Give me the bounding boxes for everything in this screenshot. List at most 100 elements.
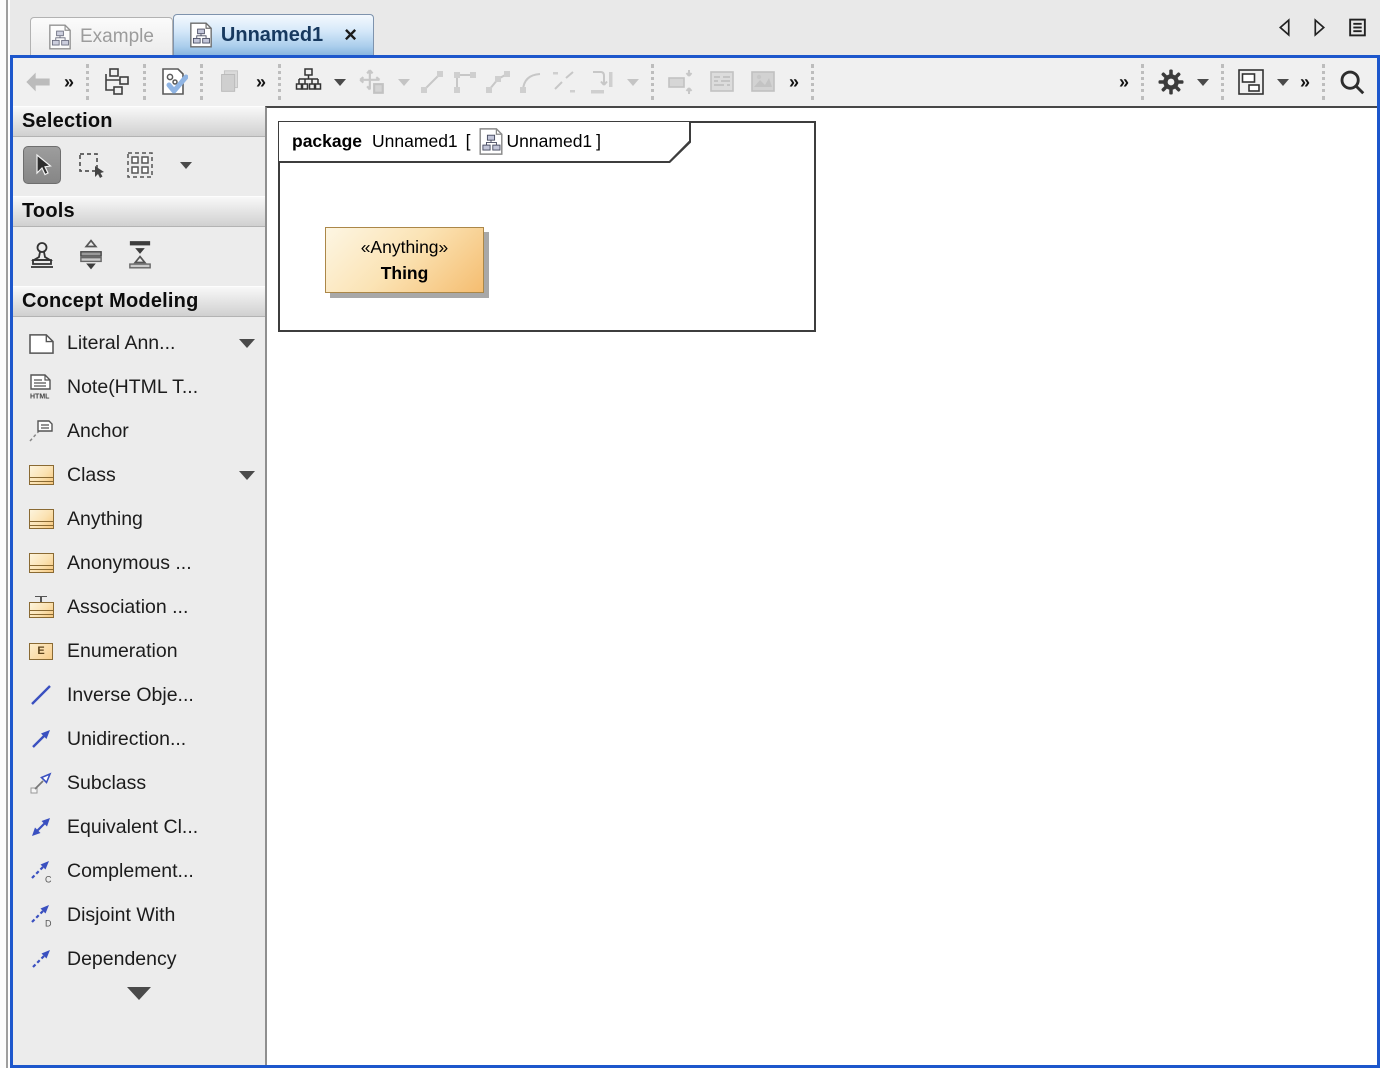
palette-item-label: Literal Ann... [67, 331, 176, 354]
tab-label: Unnamed1 [220, 23, 324, 46]
toolbar-overflow-icon[interactable]: » [254, 72, 268, 93]
arrow-up-right-icon [26, 727, 56, 751]
cursor-arrow-icon [36, 153, 52, 176]
diagram-toolbar: » » » » » [13, 58, 1377, 106]
scroll-tabs-right-icon[interactable] [1312, 18, 1327, 37]
rectilinear-line-icon [454, 72, 477, 93]
palette-item-inverse-object-property[interactable]: Inverse Obje... [13, 673, 265, 717]
multi-select-icon [127, 152, 153, 178]
selection-dropdown-icon[interactable] [180, 161, 192, 169]
diagram-layout-dropdown-icon[interactable] [1276, 78, 1289, 86]
tab-unnamed1[interactable]: Unnamed1 × [172, 14, 375, 55]
marquee-select-button[interactable] [72, 146, 110, 184]
vertical-expand-tool-button[interactable] [72, 236, 110, 274]
compress-vertical-icon [129, 241, 151, 269]
palette-item-label: Dependency [67, 947, 177, 970]
palette-item-label: Equivalent Cl... [67, 815, 199, 838]
diagram-layout-button[interactable] [1234, 63, 1268, 101]
toolbar-overflow-icon[interactable]: » [1298, 72, 1312, 93]
validate-button[interactable] [156, 63, 190, 101]
tab-controls [1277, 17, 1380, 38]
broken-line-icon [553, 71, 576, 93]
palette-item-label: Anything [67, 507, 143, 530]
section-header-selection[interactable]: Selection [13, 106, 265, 137]
palette-item-label: Note(HTML T... [67, 375, 199, 398]
tab-list-icon[interactable] [1347, 17, 1368, 38]
diagram-canvas[interactable]: package Unnamed1 [Unnamed1] «Anything»… [265, 106, 1377, 1065]
image-button [746, 63, 780, 101]
oblique-line-icon [486, 71, 511, 93]
curve-line-icon [520, 73, 541, 93]
dashed-arrow-icon [26, 947, 56, 971]
palette-item-disjoint-with[interactable]: D Disjoint With [13, 893, 265, 937]
class-icon [26, 509, 56, 529]
multi-select-button[interactable] [121, 146, 159, 184]
palette-item-note-html[interactable]: HTML Note(HTML T... [13, 365, 265, 409]
scroll-tabs-left-icon[interactable] [1277, 18, 1292, 37]
active-diagram-frame: » » » » » Selection Tools Concept Modeli… [10, 55, 1380, 1068]
toolbar-overflow-icon[interactable]: » [1117, 72, 1131, 93]
palette-item-unidirectional-association[interactable]: Unidirection... [13, 717, 265, 761]
image-icon [751, 71, 775, 92]
show-containment-button[interactable] [99, 63, 133, 101]
class-icon [26, 465, 56, 485]
section-title: Concept Modeling [22, 290, 199, 312]
class-node-thing[interactable]: «Anything» Thing [325, 227, 484, 293]
palette-item-label: Subclass [67, 771, 147, 794]
package-frame-header[interactable]: package Unnamed1 [Unnamed1] [279, 122, 691, 163]
chevron-down-icon[interactable] [239, 338, 255, 348]
diagram-options-button[interactable] [1154, 63, 1188, 101]
package-name: Unnamed1 [372, 131, 458, 151]
vertical-compress-tool-button[interactable] [121, 236, 159, 274]
bracket-close: ] [596, 131, 602, 151]
palette-item-label: Anonymous ... [67, 551, 192, 574]
dashed-arrow-d-icon: D [26, 903, 56, 927]
path-break-button [551, 63, 577, 101]
align-dropdown-icon [398, 78, 411, 86]
fit-to-size-button [664, 63, 698, 101]
arrow-left-icon [26, 72, 50, 92]
close-tab-icon[interactable]: × [344, 24, 357, 46]
palette-item-class[interactable]: Class [13, 453, 265, 497]
options-dropdown-icon[interactable] [1196, 78, 1209, 86]
class-name-label: Thing [380, 262, 429, 283]
toolbar-overflow-icon[interactable]: » [62, 72, 76, 93]
section-header-concept-modeling[interactable]: Concept Modeling [13, 286, 265, 317]
class-icon [26, 553, 56, 573]
palette-item-anonymous-class[interactable]: Anonymous ... [13, 541, 265, 585]
section-title: Selection [22, 110, 113, 132]
stamp-tool-button[interactable] [23, 236, 61, 274]
collapsed-panel-edge[interactable] [0, 0, 8, 1068]
grid-icon [710, 71, 734, 92]
copy-button [213, 63, 247, 101]
palette-item-dependency[interactable]: Dependency [13, 937, 265, 981]
toolbar-overflow-icon[interactable]: » [787, 72, 801, 93]
layout-dropdown-icon[interactable] [334, 78, 347, 86]
tools-buttons [13, 227, 265, 286]
search-button[interactable] [1335, 63, 1369, 101]
palette-item-anything[interactable]: Anything [13, 497, 265, 541]
rectilinear-path-button [452, 63, 478, 101]
section-header-tools[interactable]: Tools [13, 196, 265, 227]
palette-item-enumeration[interactable]: E Enumeration [13, 629, 265, 673]
association-class-icon [26, 596, 56, 618]
chevron-down-icon[interactable] [239, 470, 255, 480]
validation-icon [162, 68, 189, 95]
pointer-tool-button[interactable] [23, 146, 61, 184]
layout-tree-button[interactable] [291, 63, 325, 101]
copy-icon [221, 70, 238, 92]
toolbar-separator [651, 64, 655, 100]
path-style-button [584, 63, 618, 101]
tab-example[interactable]: Example [30, 17, 173, 55]
palette-item-literal-annotation[interactable]: Literal Ann... [13, 321, 265, 365]
palette-item-label: Complement... [67, 859, 194, 882]
palette-item-subclass[interactable]: Subclass [13, 761, 265, 805]
palette-item-equivalent-class[interactable]: Equivalent Cl... [13, 805, 265, 849]
more-items-icon[interactable] [127, 987, 151, 1000]
path-style-icon [591, 71, 613, 94]
palette-item-complement-of[interactable]: C Complement... [13, 849, 265, 893]
svg-text:C: C [45, 875, 52, 884]
package-frame[interactable]: package Unnamed1 [Unnamed1] «Anything»… [278, 121, 816, 332]
palette-item-association-class[interactable]: Association ... [13, 585, 265, 629]
palette-item-anchor[interactable]: Anchor [13, 409, 265, 453]
